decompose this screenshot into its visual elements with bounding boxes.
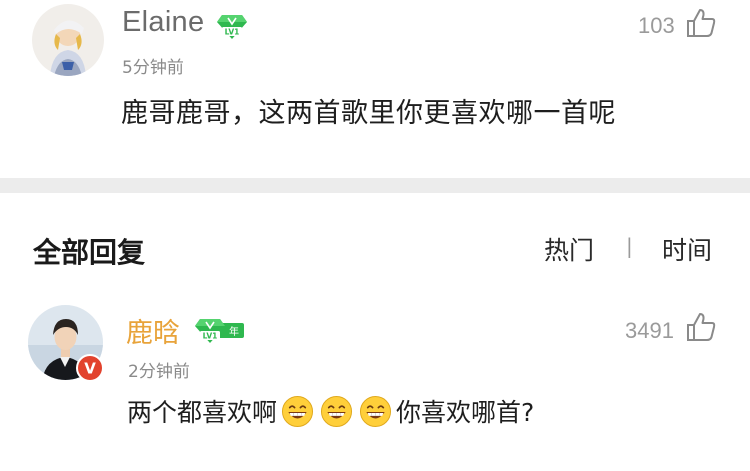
like-count: 103	[638, 13, 675, 38]
section-divider	[0, 178, 750, 193]
reply-text: 两个都喜欢啊 你喜欢哪首?	[127, 393, 534, 429]
verified-badge: V	[76, 354, 104, 386]
reply-time: 2分钟前	[128, 362, 190, 382]
like-icon[interactable]	[685, 311, 717, 347]
sort-time-tab[interactable]: 时间	[662, 231, 712, 267]
svg-text:V: V	[84, 360, 96, 378]
sort-separator: |	[626, 234, 633, 258]
level-badge: 年 LV1	[194, 318, 246, 348]
grinning-face-icon	[359, 395, 392, 427]
like-count: 3491	[625, 318, 674, 343]
comment-time: 5分钟前	[122, 58, 184, 78]
reply-text-end: 你喜欢哪首?	[396, 398, 535, 427]
svg-text:年: 年	[229, 325, 239, 338]
section-title: 全部回复	[33, 236, 146, 269]
comment-text: 鹿哥鹿哥，这两首歌里你更喜欢哪一首呢	[121, 98, 616, 129]
sort-hot-tab[interactable]: 热门	[544, 231, 594, 267]
grinning-face-icon	[281, 395, 314, 427]
svg-text:LV1: LV1	[203, 332, 218, 341]
reply-text-start: 两个都喜欢啊	[127, 398, 278, 427]
avatar[interactable]	[32, 4, 104, 76]
username[interactable]: Elaine	[122, 6, 204, 39]
emoji-row	[278, 395, 395, 428]
username[interactable]: 鹿晗	[126, 311, 180, 350]
svg-text:LV1: LV1	[225, 28, 240, 37]
level-badge: LV1	[216, 14, 248, 44]
like-icon[interactable]	[685, 7, 717, 43]
grinning-face-icon	[320, 395, 353, 427]
